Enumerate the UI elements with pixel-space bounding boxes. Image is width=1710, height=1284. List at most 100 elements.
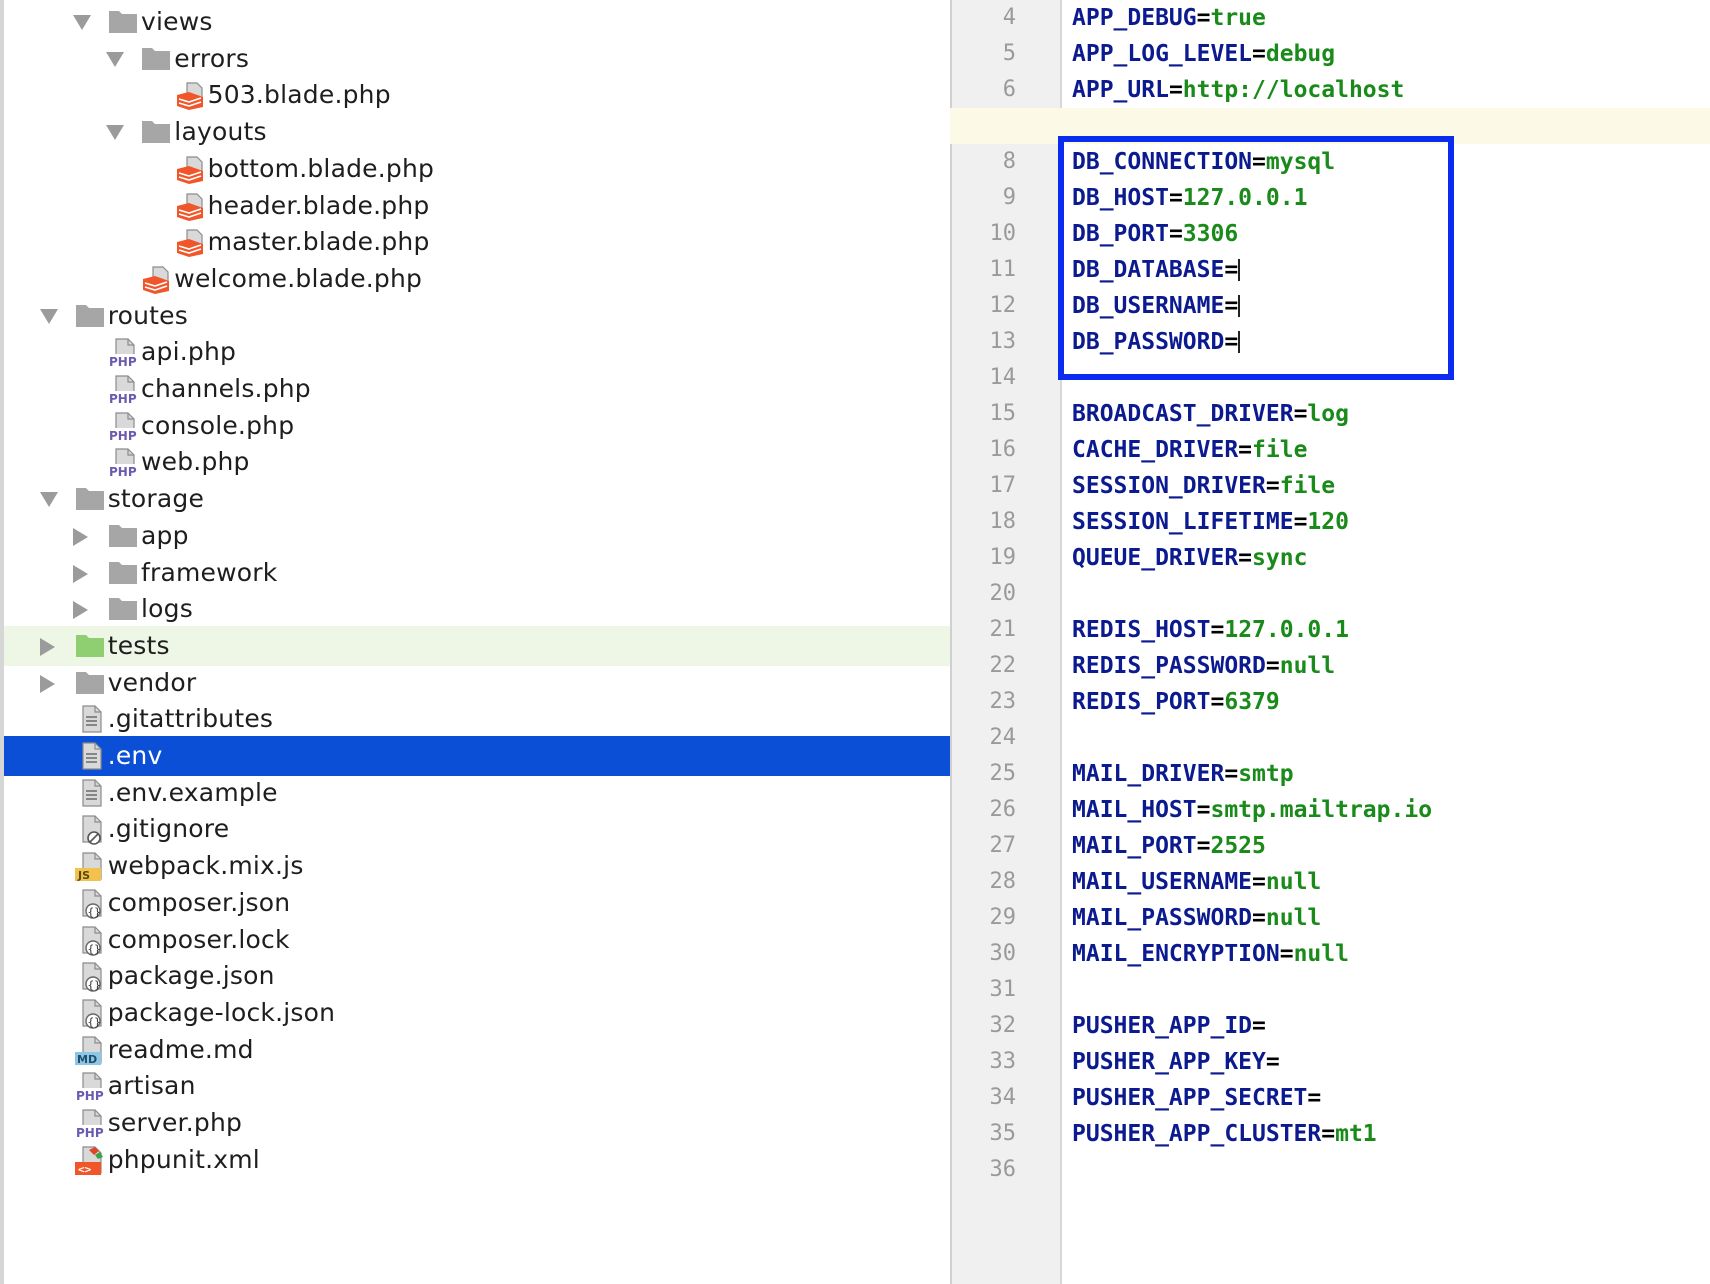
code-line[interactable]: REDIS_HOST=127.0.0.1 bbox=[1072, 612, 1349, 648]
svg-text:{}: {} bbox=[87, 1015, 100, 1028]
code-line[interactable]: QUEUE_DRIVER=sync bbox=[1072, 540, 1307, 576]
tree-item[interactable]: JS webpack.mix.js bbox=[4, 846, 950, 886]
line-number: 19 bbox=[989, 545, 1017, 570]
tree-item[interactable]: PHP console.php bbox=[4, 406, 950, 446]
tree-item[interactable]: layouts bbox=[4, 112, 950, 152]
collapse-arrow-icon[interactable] bbox=[39, 308, 58, 324]
code-line[interactable]: BROADCAST_DRIVER=log bbox=[1072, 396, 1349, 432]
svg-text:PHP: PHP bbox=[109, 355, 137, 368]
folder-icon bbox=[108, 559, 138, 587]
tree-item[interactable]: tests bbox=[4, 625, 950, 666]
line-number: 31 bbox=[989, 977, 1017, 1002]
tree-item[interactable]: routes bbox=[4, 296, 950, 336]
equals-sign: = bbox=[1238, 437, 1253, 463]
tree-item[interactable]: storage bbox=[4, 479, 950, 519]
tree-item[interactable]: PHP server.php bbox=[4, 1103, 950, 1143]
tree-item-label: 503.blade.php bbox=[207, 80, 391, 110]
code-line[interactable]: MAIL_PORT=2525 bbox=[1072, 828, 1266, 864]
code-line[interactable]: APP_URL=http://localhost bbox=[1072, 72, 1404, 108]
code-line[interactable]: MAIL_DRIVER=smtp bbox=[1072, 756, 1294, 792]
expand-arrow-icon[interactable] bbox=[73, 527, 88, 546]
code-line[interactable]: PUSHER_APP_CLUSTER=mt1 bbox=[1072, 1116, 1377, 1152]
tree-item[interactable]: 503.blade.php bbox=[4, 75, 950, 115]
code-line[interactable]: SESSION_LIFETIME=120 bbox=[1072, 504, 1349, 540]
line-number-gutter[interactable]: 4567891011121314151617181920212223242526… bbox=[950, 0, 1062, 1284]
tree-item[interactable]: .gitattributes bbox=[4, 699, 950, 739]
collapse-arrow-icon[interactable] bbox=[39, 492, 58, 508]
code-line[interactable]: MAIL_ENCRYPTION=null bbox=[1072, 936, 1349, 972]
tree-item[interactable]: .gitignore bbox=[4, 809, 950, 849]
tree-item[interactable]: {} composer.lock bbox=[4, 920, 950, 960]
env-key: MAIL_DRIVER bbox=[1072, 761, 1225, 787]
code-line[interactable]: REDIS_PASSWORD=null bbox=[1072, 648, 1335, 684]
env-key: APP_URL bbox=[1072, 77, 1169, 103]
tree-item[interactable]: welcome.blade.php bbox=[4, 259, 950, 299]
tree-item-label: welcome.blade.php bbox=[174, 263, 423, 293]
expand-arrow-icon[interactable] bbox=[73, 564, 88, 583]
expand-arrow-icon[interactable] bbox=[73, 601, 88, 620]
project-tree[interactable]: views errors 503.blade.php layouts bottom.bl… bbox=[0, 0, 950, 1284]
svg-text:JS: JS bbox=[77, 869, 90, 882]
code-line[interactable]: PUSHER_APP_KEY= bbox=[1072, 1044, 1280, 1080]
folder-icon bbox=[75, 302, 105, 330]
tree-item[interactable]: framework bbox=[4, 553, 950, 593]
tree-item[interactable]: {} package-lock.json bbox=[4, 993, 950, 1033]
tree-item-label: vendor bbox=[107, 667, 197, 697]
line-number: 27 bbox=[989, 833, 1017, 858]
env-value: 2525 bbox=[1210, 833, 1266, 859]
tree-item[interactable]: PHP web.php bbox=[4, 442, 950, 482]
tree-item[interactable]: <> phpunit.xml bbox=[4, 1140, 950, 1180]
env-key: APP_DEBUG bbox=[1072, 5, 1197, 31]
tree-item[interactable]: PHP channels.php bbox=[4, 369, 950, 409]
text-file-icon bbox=[75, 705, 105, 733]
collapse-arrow-icon[interactable] bbox=[106, 125, 125, 141]
tree-item[interactable]: app bbox=[4, 516, 950, 556]
line-number: 10 bbox=[989, 221, 1017, 246]
equals-sign: = bbox=[1265, 473, 1280, 499]
collapse-arrow-icon[interactable] bbox=[73, 15, 91, 30]
code-line[interactable]: APP_LOG_LEVEL=debug bbox=[1072, 36, 1335, 72]
expand-arrow-icon[interactable] bbox=[39, 674, 55, 693]
equals-sign: = bbox=[1321, 1121, 1336, 1147]
env-key: CACHE_DRIVER bbox=[1072, 437, 1239, 463]
tree-item[interactable]: bottom.blade.php bbox=[4, 149, 950, 189]
tree-item[interactable]: {} composer.json bbox=[4, 883, 950, 923]
expand-arrow-icon[interactable] bbox=[39, 637, 55, 656]
svg-text:PHP: PHP bbox=[109, 392, 137, 405]
tree-item[interactable]: MD readme.md bbox=[4, 1030, 950, 1070]
tree-item[interactable]: logs bbox=[4, 589, 950, 629]
code-line[interactable]: PUSHER_APP_ID= bbox=[1072, 1008, 1266, 1044]
code-line[interactable]: REDIS_PORT=6379 bbox=[1072, 684, 1280, 720]
code-line[interactable]: MAIL_HOST=smtp.mailtrap.io bbox=[1072, 792, 1432, 828]
env-key: REDIS_PASSWORD bbox=[1072, 653, 1266, 679]
tree-item[interactable]: .env bbox=[4, 736, 950, 776]
tree-item-label: artisan bbox=[107, 1071, 196, 1101]
blade-file-icon bbox=[175, 81, 205, 111]
tree-item[interactable]: master.blade.php bbox=[4, 222, 950, 262]
collapse-arrow-icon[interactable] bbox=[106, 51, 125, 67]
code-line[interactable]: SESSION_DRIVER=file bbox=[1072, 468, 1335, 504]
tree-item[interactable]: PHP api.php bbox=[4, 332, 950, 372]
tree-item[interactable]: .env.example bbox=[4, 773, 950, 813]
tree-item[interactable]: header.blade.php bbox=[4, 186, 950, 226]
tree-item[interactable]: views bbox=[4, 2, 950, 42]
code-line[interactable]: PUSHER_APP_SECRET= bbox=[1072, 1080, 1321, 1116]
svg-text:<>: <> bbox=[78, 1163, 92, 1176]
env-value: null bbox=[1279, 653, 1336, 679]
env-key: PUSHER_APP_CLUSTER bbox=[1072, 1121, 1322, 1147]
equals-sign: = bbox=[1196, 797, 1211, 823]
tree-item[interactable]: vendor bbox=[4, 663, 950, 703]
code-line[interactable]: MAIL_USERNAME=null bbox=[1072, 864, 1321, 900]
tree-item[interactable]: PHP artisan bbox=[4, 1066, 950, 1106]
env-value: 120 bbox=[1307, 509, 1349, 535]
code-line[interactable]: MAIL_PASSWORD=null bbox=[1072, 900, 1321, 936]
tree-item[interactable]: errors bbox=[4, 39, 950, 79]
code-line[interactable]: APP_DEBUG=true bbox=[1072, 0, 1266, 36]
folder-icon bbox=[108, 8, 138, 36]
tree-item-label: .env bbox=[107, 741, 163, 770]
blade-file-icon bbox=[175, 192, 205, 221]
line-number: 21 bbox=[989, 617, 1017, 642]
code-line[interactable]: CACHE_DRIVER=file bbox=[1072, 432, 1307, 468]
tree-item[interactable]: {} package.json bbox=[4, 956, 950, 996]
line-number: 6 bbox=[1002, 77, 1016, 102]
